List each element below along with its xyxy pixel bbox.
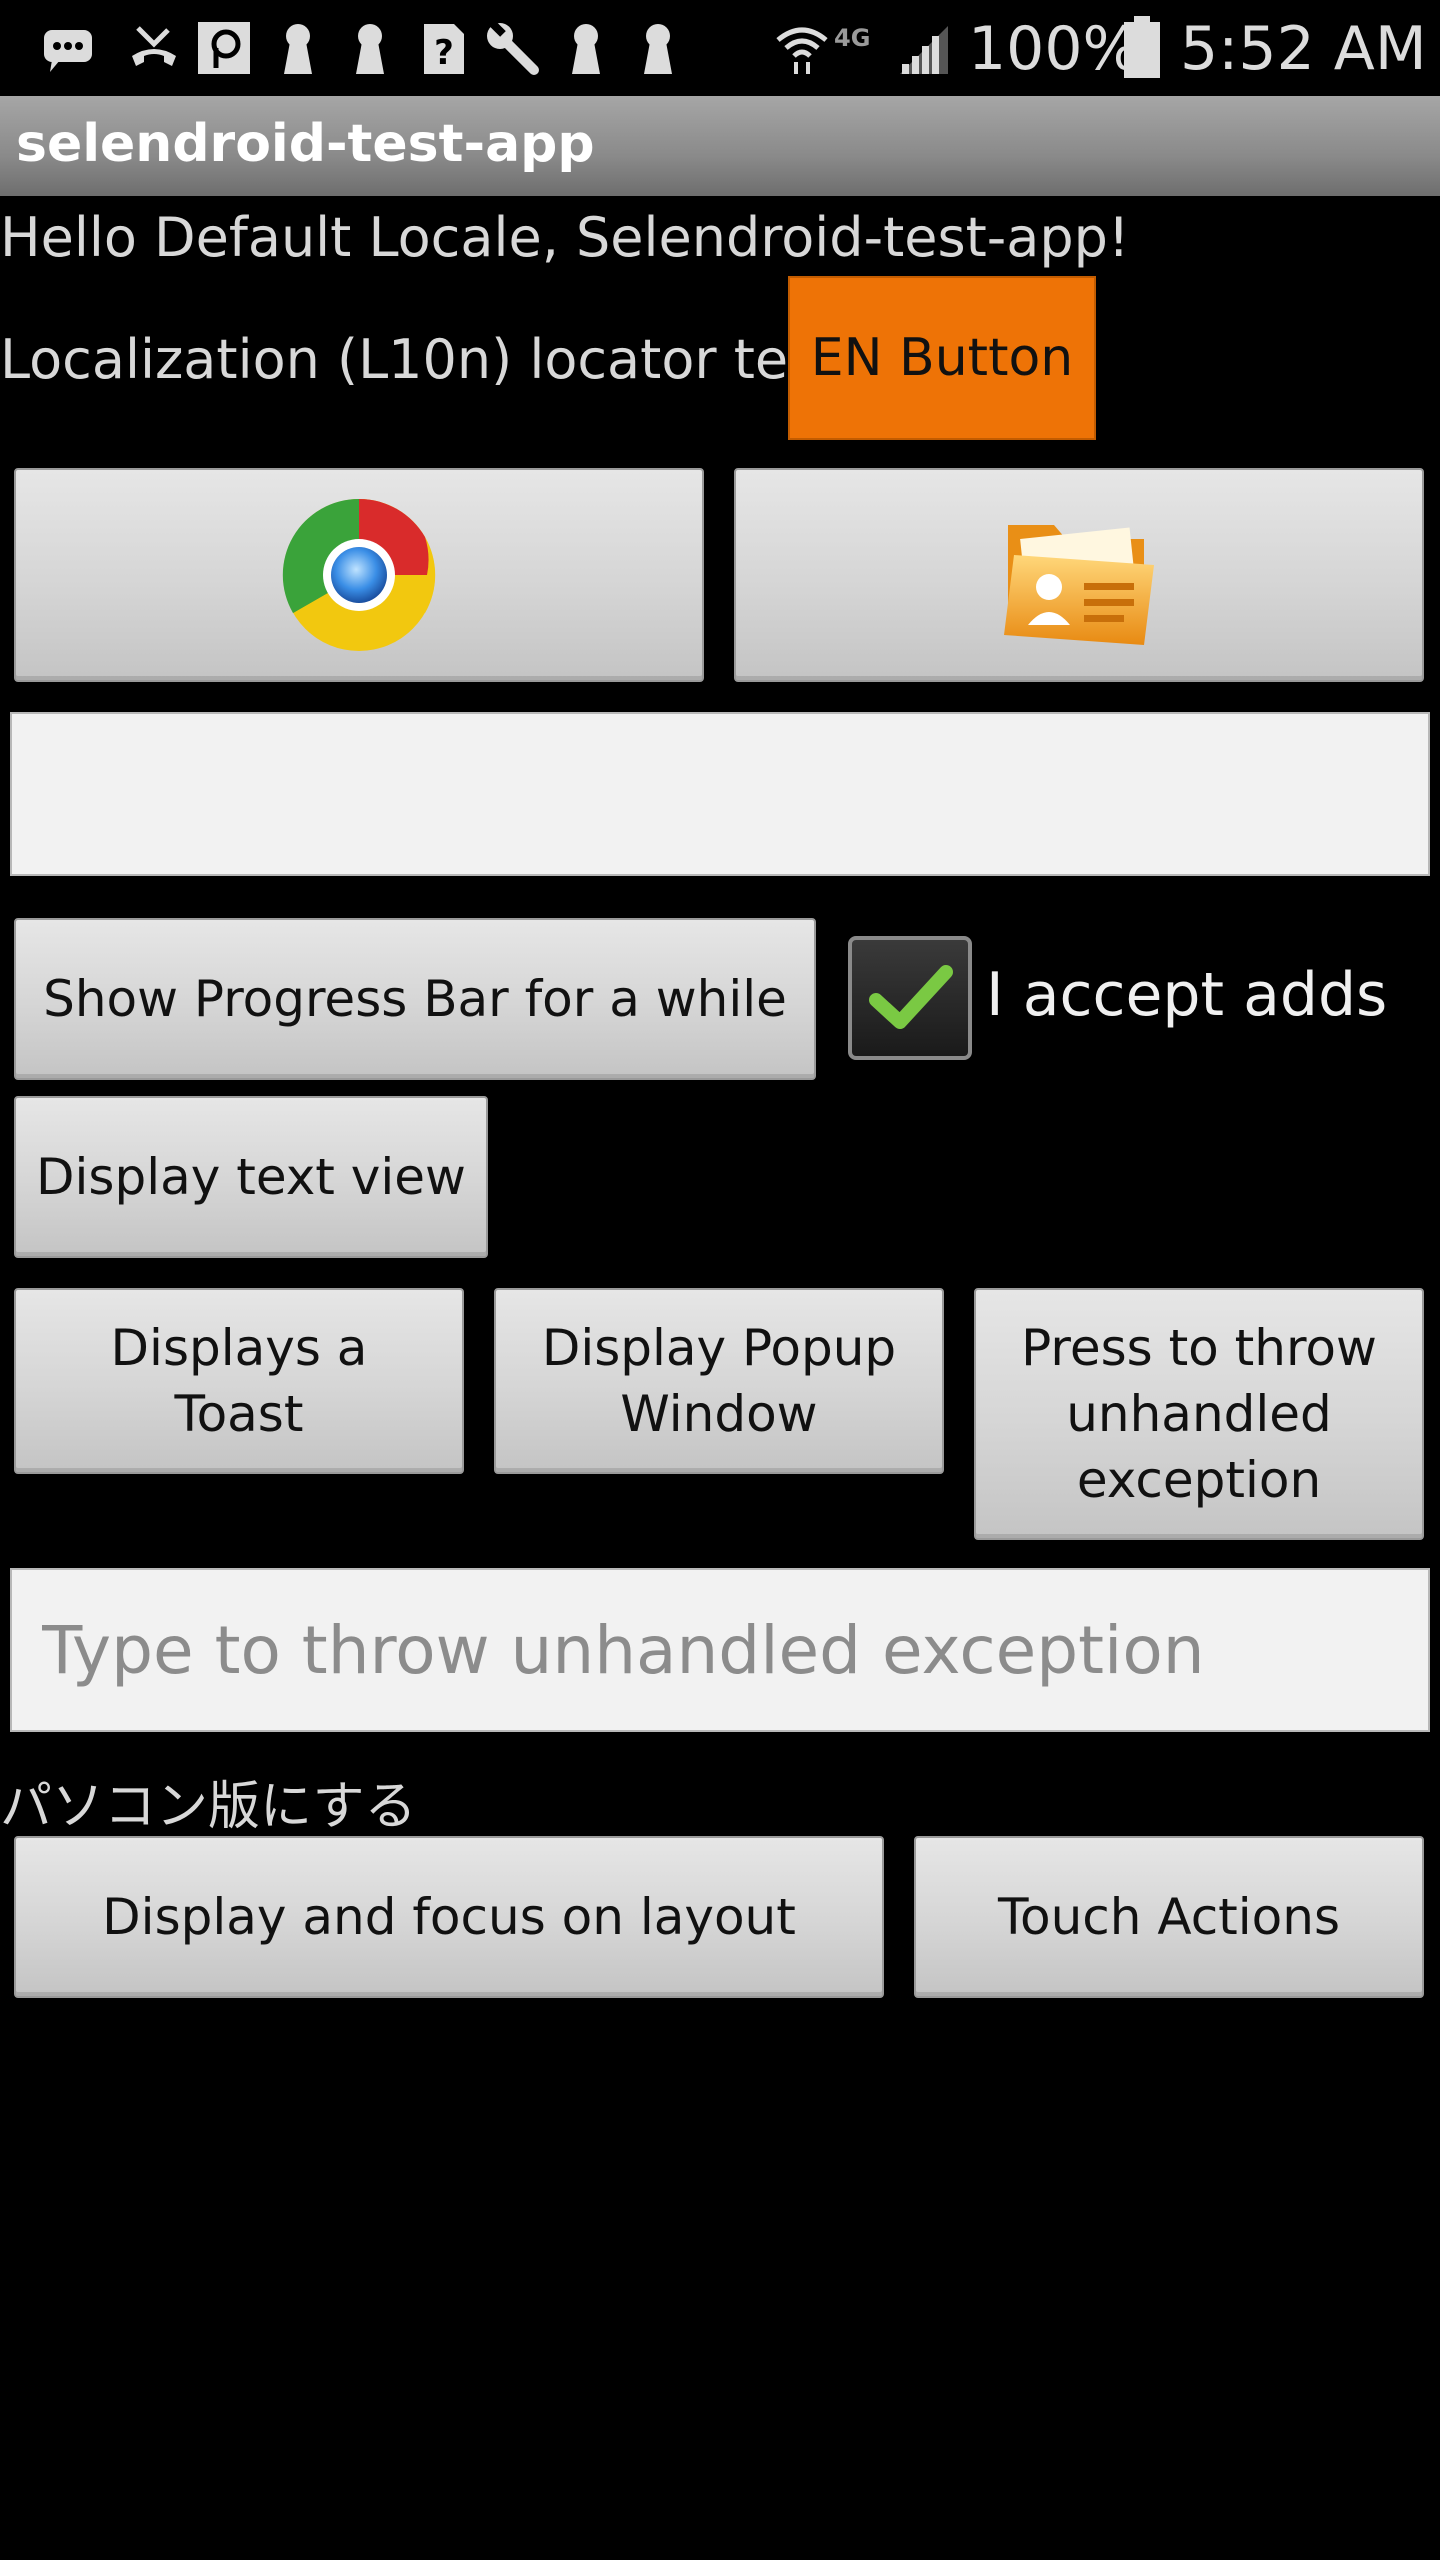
contacts-folder-icon [1004,525,1154,645]
message-icon [44,30,92,72]
question-icon: ? [424,24,464,74]
throw-exception-button[interactable]: Press to throw unhandled exception [974,1288,1424,1540]
status-bar: ? 4G 100% 5:52 AM [0,0,1440,96]
signal-icon [900,26,948,74]
chrome-icon [282,498,436,651]
accept-adds-label[interactable]: I accept adds [986,960,1387,1030]
display-text-view-button[interactable]: Display text view [14,1096,488,1258]
display-popup-window-button[interactable]: Display Popup Window [494,1288,944,1474]
keyhole-icon [284,24,312,74]
chrome-button[interactable] [14,468,704,682]
localization-label: Localization (L10n) locator test [0,328,838,391]
screen: ? 4G 100% 5:52 AM selendroid-test-app He… [0,0,1440,2560]
clock: 5:52 AM [1180,14,1427,84]
contacts-button[interactable] [734,468,1424,682]
japanese-label: パソコン版にする [0,1777,417,1837]
checkmark-icon [869,965,953,1029]
show-progress-bar-button[interactable]: Show Progress Bar for a while [14,918,816,1080]
svg-text:?: ? [434,33,454,73]
battery-percentage: 100% [968,14,1140,84]
my-text-field[interactable] [10,712,1430,876]
missed-call-icon [132,26,176,66]
hello-text: Hello Default Locale, Selendroid-test-ap… [0,206,1130,269]
wifi-icon [776,27,828,74]
keyhole-icon [644,24,672,74]
display-focus-layout-button[interactable]: Display and focus on layout [14,1836,884,1998]
battery-icon [1124,16,1160,78]
p-icon [198,22,250,74]
exception-input[interactable] [10,1568,1430,1732]
accept-adds-checkbox[interactable] [848,936,972,1060]
keyhole-icon [572,24,600,74]
touch-actions-button[interactable]: Touch Actions [914,1836,1424,1998]
en-button[interactable]: EN Button [788,276,1096,440]
wrench-icon [487,21,539,75]
action-bar: selendroid-test-app [0,96,1440,196]
app-title: selendroid-test-app [16,114,595,174]
4g-lte-icon: 4G [834,24,871,52]
keyhole-icon [356,24,384,74]
display-toast-button[interactable]: Displays a Toast [14,1288,464,1474]
